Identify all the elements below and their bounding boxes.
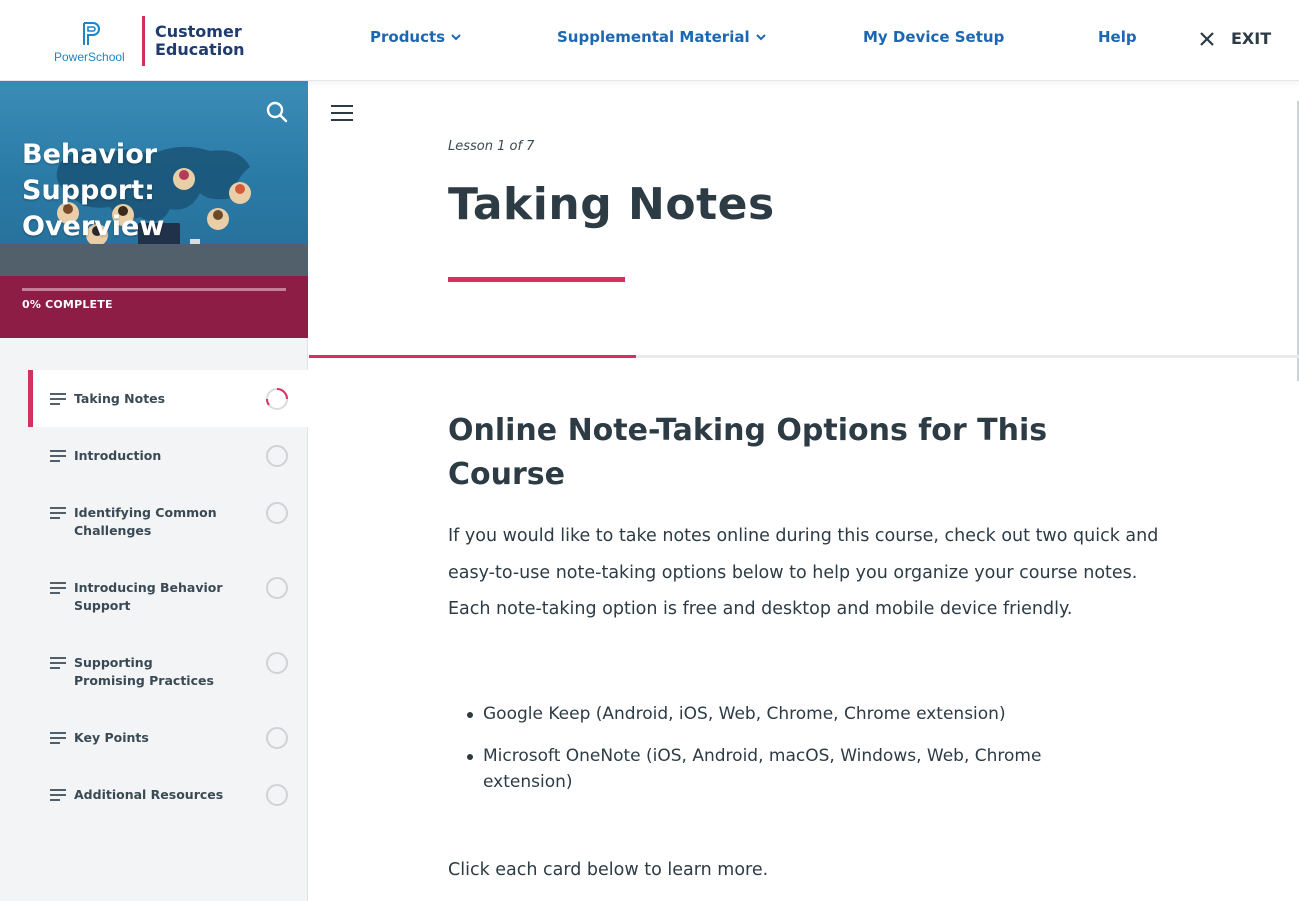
status-circle-icon <box>266 445 288 467</box>
in-progress-status-icon <box>266 388 288 410</box>
brand-line-2: Education <box>155 40 245 59</box>
status-circle-icon <box>266 652 288 674</box>
click-instruction: Click each card below to learn more. <box>448 860 769 880</box>
lesson-text-icon <box>50 393 66 405</box>
lesson-text-icon <box>50 732 66 744</box>
progress-bar <box>22 288 286 291</box>
powerschool-wordmark: PowerSchool <box>54 50 125 64</box>
powerschool-logo: PowerSchool <box>54 16 130 66</box>
lesson-item-identifying-common-challenges[interactable]: Identifying Common Challenges <box>28 484 308 559</box>
brand-line-1: Customer <box>155 22 242 41</box>
lesson-label: Identifying Common Challenges <box>74 505 217 538</box>
nav-help-label: Help <box>1098 28 1137 46</box>
brand-title: Customer Education <box>155 23 245 59</box>
nav-products-label: Products <box>370 28 446 46</box>
lesson-item-introduction[interactable]: Introduction <box>28 427 308 484</box>
lesson-text-icon <box>50 657 66 669</box>
nav-supplemental-material[interactable]: Supplemental Material <box>557 28 767 46</box>
course-sidebar: Behavior Support: Overview 0% COMPLETE T… <box>0 81 308 901</box>
title-accent-rule <box>448 277 625 282</box>
lesson-text-icon <box>50 450 66 462</box>
nav-help[interactable]: Help <box>1098 28 1137 46</box>
course-title: Behavior Support: Overview <box>22 139 165 242</box>
lesson-label: Taking Notes <box>74 391 166 406</box>
note-taking-options-list: Google Keep (Android, iOS, Web, Chrome, … <box>467 701 1127 811</box>
lesson-text-icon <box>50 507 66 519</box>
progress-label: 0% COMPLETE <box>22 298 113 311</box>
intro-paragraph: If you would like to take notes online d… <box>448 526 1159 619</box>
lesson-label: Supporting Promising Practices <box>74 655 214 688</box>
course-hero: Behavior Support: Overview <box>0 81 308 276</box>
lesson-progress-divider <box>309 355 1299 358</box>
nav-device-label: My Device Setup <box>863 28 1005 46</box>
lesson-title: Taking Notes <box>448 179 775 230</box>
close-icon <box>1200 31 1214 46</box>
lesson-item-supporting-promising-practices[interactable]: Supporting Promising Practices <box>28 634 308 709</box>
lesson-list: Taking Notes Introduction Identifying Co… <box>28 370 308 823</box>
list-item: Microsoft OneNote (iOS, Android, macOS, … <box>467 743 1127 795</box>
lesson-content: Lesson 1 of 7 Taking Notes Online Note-T… <box>309 81 1299 901</box>
lesson-item-taking-notes[interactable]: Taking Notes <box>28 370 308 427</box>
nav-supplemental-label: Supplemental Material <box>557 28 750 46</box>
lesson-label: Additional Resources <box>74 787 224 802</box>
status-circle-icon <box>266 784 288 806</box>
search-icon[interactable] <box>264 99 290 125</box>
status-circle-icon <box>266 727 288 749</box>
powerschool-logo-icon <box>83 22 100 45</box>
lesson-text-icon <box>50 789 66 801</box>
exit-label: EXIT <box>1231 29 1272 48</box>
lesson-item-introducing-behavior-support[interactable]: Introducing Behavior Support <box>28 559 308 634</box>
hero-footer-strip <box>0 244 308 276</box>
section-heading: Online Note-Taking Options for This Cour… <box>448 413 1048 492</box>
chevron-down-icon <box>451 34 461 41</box>
lesson-label: Key Points <box>74 730 149 745</box>
logo-divider <box>142 16 145 66</box>
logo[interactable]: PowerSchool Customer Education <box>54 16 245 66</box>
lesson-progress-fill <box>309 355 636 358</box>
hamburger-menu-icon[interactable] <box>330 104 354 122</box>
chevron-down-icon <box>755 34 766 41</box>
status-circle-icon <box>266 502 288 524</box>
top-header: PowerSchool Customer Education Products … <box>0 0 1299 81</box>
lesson-text-icon <box>50 582 66 594</box>
lesson-label: Introducing Behavior Support <box>74 580 223 613</box>
lesson-counter: Lesson 1 of 7 <box>448 139 535 154</box>
exit-button[interactable]: EXIT <box>1199 29 1271 48</box>
nav-my-device-setup[interactable]: My Device Setup <box>863 28 1004 46</box>
course-progress: 0% COMPLETE <box>0 276 308 338</box>
status-circle-icon <box>266 577 288 599</box>
lesson-item-additional-resources[interactable]: Additional Resources <box>28 766 308 823</box>
nav-products[interactable]: Products <box>370 28 462 46</box>
lesson-item-key-points[interactable]: Key Points <box>28 709 308 766</box>
lesson-label: Introduction <box>74 448 162 463</box>
list-item: Google Keep (Android, iOS, Web, Chrome, … <box>467 701 1127 727</box>
